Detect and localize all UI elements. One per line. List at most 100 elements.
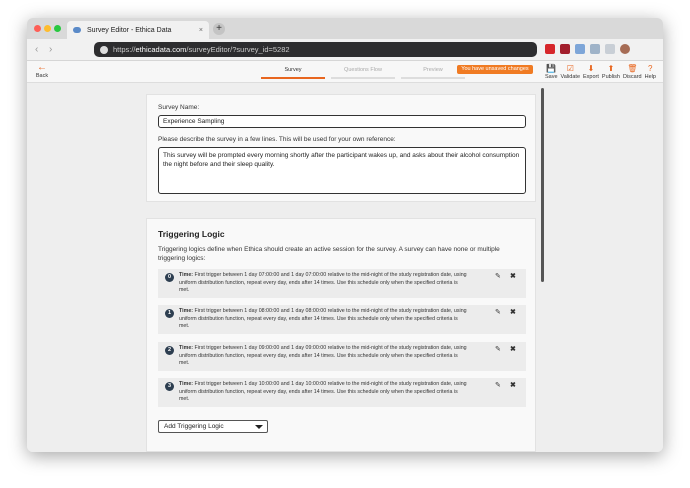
editor-steps: Survey Questions Flow Preview — [261, 67, 471, 79]
trigger-description: Time: First trigger between 1 day 07:00:… — [179, 272, 469, 295]
trigger-description: Time: First trigger between 1 day 09:00:… — [179, 345, 469, 368]
browser-window: Survey Editor - Ethica Data × + ‹ › http… — [27, 18, 663, 452]
trigger-type: Time: — [179, 272, 194, 278]
tab-questions-flow[interactable]: Questions Flow — [331, 67, 395, 79]
chevron-down-icon — [255, 425, 263, 429]
tab-survey[interactable]: Survey — [261, 67, 325, 79]
site-info-icon[interactable] — [100, 45, 108, 54]
validate-label: Validate — [560, 74, 581, 80]
trigger-text: First trigger between 1 day 08:00:00 and… — [179, 308, 467, 330]
trigger-item: 3 Time: First trigger between 1 day 10:0… — [158, 378, 526, 407]
delete-x-icon[interactable]: ✖ — [510, 308, 516, 316]
survey-details-card: Survey Name: Experience Sampling Please … — [146, 94, 536, 202]
tab-survey-label: Survey — [284, 67, 302, 73]
delete-x-icon[interactable]: ✖ — [510, 345, 516, 353]
back-arrow-orange-icon: ← — [37, 62, 47, 73]
trigger-type: Time: — [179, 308, 194, 314]
trigger-index-badge: 1 — [165, 309, 174, 318]
pencil-icon[interactable]: ✎ — [495, 272, 501, 280]
tab-questions-flow-indicator — [331, 77, 395, 79]
help-button[interactable]: ? Help — [645, 63, 656, 80]
url-host: ethicadata.com — [135, 45, 187, 54]
minimize-window-button[interactable] — [44, 25, 51, 32]
action-toolbar: 💾 Save ☑ Validate ⬇ Export ⬆ Publish 🗑 D… — [545, 63, 656, 80]
delete-x-icon[interactable]: ✖ — [510, 381, 516, 389]
trigger-index-badge: 0 — [165, 273, 174, 282]
trash-icon: 🗑 — [627, 64, 638, 73]
back-label: Back — [35, 73, 49, 79]
validate-icon: ☑ — [566, 64, 574, 73]
browser-toolbar: ‹ › https://ethicadata.com/surveyEditor/… — [27, 39, 663, 61]
profile-avatar[interactable] — [620, 44, 630, 54]
discard-button[interactable]: 🗑 Discard — [623, 63, 642, 80]
back-arrow-icon[interactable]: ‹ — [35, 44, 38, 55]
delete-x-icon[interactable]: ✖ — [510, 272, 516, 280]
trigger-index-badge: 3 — [165, 382, 174, 391]
app-header: ← Back Survey Questions Flow Preview You… — [27, 61, 663, 83]
close-window-button[interactable] — [34, 25, 41, 32]
unsaved-changes-badge: You have unsaved changes — [457, 65, 533, 74]
extension-blue-icon[interactable] — [575, 44, 585, 54]
url-text: https://ethicadata.com/surveyEditor/?sur… — [113, 45, 290, 54]
new-tab-button[interactable]: + — [213, 23, 225, 35]
tab-survey-indicator — [261, 77, 325, 79]
browser-tab[interactable]: Survey Editor - Ethica Data × — [67, 21, 209, 39]
help-icon: ? — [648, 64, 653, 73]
trigger-text: First trigger between 1 day 10:00:00 and… — [179, 381, 467, 403]
triggering-logic-card: Triggering Logic Triggering logics defin… — [146, 218, 536, 452]
editor-content: Survey Name: Experience Sampling Please … — [27, 83, 663, 452]
forward-arrow-icon[interactable]: › — [49, 44, 52, 55]
trigger-type: Time: — [179, 381, 194, 387]
tab-preview-label: Preview — [423, 67, 443, 73]
survey-name-input[interactable]: Experience Sampling — [158, 115, 526, 128]
triggering-logic-heading: Triggering Logic — [158, 229, 225, 239]
extension-red-icon[interactable] — [545, 44, 555, 54]
add-triggering-logic-select[interactable]: Add Triggering Logic — [158, 420, 268, 433]
discard-label: Discard — [622, 74, 642, 80]
trigger-description: Time: First trigger between 1 day 10:00:… — [179, 381, 469, 404]
export-icon: ⬇ — [587, 64, 595, 73]
trigger-description: Time: First trigger between 1 day 08:00:… — [179, 308, 469, 331]
back-button[interactable]: ← Back — [35, 62, 49, 80]
extension-shield-icon[interactable] — [560, 44, 570, 54]
publish-icon: ⬆ — [607, 64, 615, 73]
save-icon: 💾 — [546, 64, 557, 73]
trigger-text: First trigger between 1 day 07:00:00 and… — [179, 272, 467, 294]
extension-mail-icon[interactable] — [590, 44, 600, 54]
triggering-logic-description: Triggering logics define when Ethica sho… — [158, 246, 500, 262]
ethica-favicon-icon — [73, 27, 81, 33]
survey-description-textarea[interactable]: This survey will be prompted every morni… — [158, 147, 526, 194]
title-bar: Survey Editor - Ethica Data × + — [27, 18, 663, 39]
pencil-icon[interactable]: ✎ — [495, 345, 501, 353]
tab-close-icon[interactable]: × — [199, 27, 203, 34]
pencil-icon[interactable]: ✎ — [495, 381, 501, 389]
save-label: Save — [545, 74, 558, 80]
add-triggering-logic-value: Add Triggering Logic — [164, 423, 224, 430]
trigger-item: 1 Time: First trigger between 1 day 08:0… — [158, 305, 526, 334]
address-bar[interactable]: https://ethicadata.com/surveyEditor/?sur… — [94, 42, 537, 57]
publish-label: Publish — [601, 74, 620, 80]
tab-preview-indicator — [401, 77, 465, 79]
url-path: /surveyEditor/?survey_id=5282 — [186, 45, 290, 54]
export-label: Export — [583, 74, 599, 80]
trigger-text: First trigger between 1 day 09:00:00 and… — [179, 345, 467, 367]
tab-preview[interactable]: Preview — [401, 67, 465, 79]
trigger-item: 2 Time: First trigger between 1 day 09:0… — [158, 342, 526, 371]
publish-button[interactable]: ⬆ Publish — [602, 63, 620, 80]
extensions-area — [545, 44, 630, 54]
help-label: Help — [644, 74, 656, 80]
tab-title: Survey Editor - Ethica Data — [87, 26, 172, 34]
export-button[interactable]: ⬇ Export — [583, 63, 599, 80]
trigger-item: 0 Time: First trigger between 1 day 07:0… — [158, 269, 526, 298]
pencil-icon[interactable]: ✎ — [495, 308, 501, 316]
survey-description-label: Please describe the survey in a few line… — [158, 136, 396, 143]
trigger-type: Time: — [179, 345, 194, 351]
validate-button[interactable]: ☑ Validate — [561, 63, 580, 80]
save-button[interactable]: 💾 Save — [545, 63, 558, 80]
extension-gray-icon[interactable] — [605, 44, 615, 54]
survey-name-label: Survey Name: — [158, 104, 200, 111]
zoom-window-button[interactable] — [54, 25, 61, 32]
tab-questions-flow-label: Questions Flow — [344, 67, 382, 73]
content-scrollbar[interactable] — [541, 88, 544, 282]
url-scheme: https:// — [113, 45, 136, 54]
